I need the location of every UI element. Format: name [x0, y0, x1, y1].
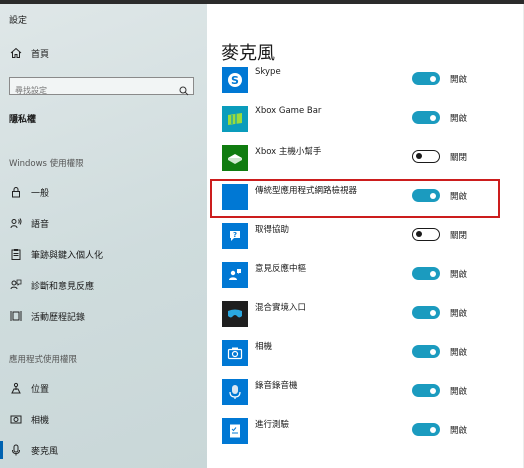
- feedback-hub-toggle[interactable]: [412, 267, 440, 280]
- app-name: 錄音錄音機: [255, 381, 298, 391]
- sidebar-item-label: 麥克風: [31, 446, 59, 457]
- sidebar-item-label: 首頁: [31, 49, 50, 60]
- sidebar-item-activity[interactable]: 活動歷程記錄: [0, 304, 207, 328]
- toggle-state: 開啟: [450, 426, 468, 436]
- xbox-game-bar-icon: [222, 106, 248, 132]
- app-name: 意見反應中樞: [255, 264, 307, 274]
- toggle-state: 關閉: [450, 153, 468, 163]
- camera-app-toggle[interactable]: [412, 345, 440, 358]
- take-a-test-icon: [222, 418, 248, 444]
- toggle-state: 關閉: [450, 231, 468, 241]
- timeline-icon: [9, 309, 23, 323]
- sidebar-item-location[interactable]: 位置: [0, 376, 207, 400]
- skype-icon: S: [222, 67, 248, 93]
- sidebar-item-microphone[interactable]: 麥克風: [0, 438, 207, 462]
- sidebar-item-label: 語音: [31, 219, 50, 230]
- skype-toggle[interactable]: [412, 72, 440, 85]
- camera-app-icon: [222, 340, 248, 366]
- app-name: Xbox 主機小幫手: [255, 147, 322, 157]
- toggle-state: 開啟: [450, 114, 468, 124]
- clipboard-icon: [9, 247, 23, 261]
- xbox-game-bar-toggle[interactable]: [412, 111, 440, 124]
- sidebar-item-camera[interactable]: 相機: [0, 407, 207, 431]
- toggle-state: 開啟: [450, 387, 468, 397]
- sidebar-item-diagnostics[interactable]: 診斷和意見反應: [0, 273, 207, 297]
- app-row-skype: S Skype 開啟: [207, 67, 524, 97]
- sidebar-item-home[interactable]: 首頁: [0, 41, 207, 65]
- app-row-mixed-reality: 混合實境入口 開啟: [207, 301, 524, 331]
- sidebar-item-label: 筆跡與鍵入個人化: [31, 250, 104, 261]
- main-content: 麥克風 S Skype 開啟 Xbox Game Bar 開啟 Xbox 主機小…: [207, 4, 524, 468]
- app-row-voice-recorder: 錄音錄音機 開啟: [207, 379, 524, 409]
- location-icon: [9, 381, 23, 395]
- toggle-state: 開啟: [450, 270, 468, 280]
- voice-recorder-icon: [222, 379, 248, 405]
- get-help-toggle[interactable]: [412, 228, 440, 241]
- microphone-icon: [9, 443, 23, 457]
- sidebar-item-label: 位置: [31, 384, 50, 395]
- toggle-state: 開啟: [450, 348, 468, 358]
- xbox-companion-icon: [222, 145, 248, 171]
- sidebar-item-general[interactable]: 一般: [0, 180, 207, 204]
- sidebar-item-label: 活動歷程記錄: [31, 312, 86, 323]
- sidebar-item-label: 相機: [31, 415, 50, 426]
- app-name: Xbox Game Bar: [255, 106, 322, 116]
- sidebar-item-inking[interactable]: 筆跡與鍵入個人化: [0, 242, 207, 266]
- section-privacy-heading: 隱私權: [9, 115, 37, 125]
- take-a-test-toggle[interactable]: [412, 423, 440, 436]
- app-name: 相機: [255, 342, 273, 352]
- app-name: 進行測驗: [255, 420, 290, 430]
- feedback-icon: [9, 278, 23, 292]
- voice-recorder-toggle[interactable]: [412, 384, 440, 397]
- app-row-xbox-game-bar: Xbox Game Bar 開啟: [207, 106, 524, 136]
- speech-icon: [9, 216, 23, 230]
- app-name: 取得協助: [255, 225, 290, 235]
- toggle-state: 開啟: [450, 75, 468, 85]
- app-name: Skype: [255, 67, 281, 77]
- home-icon: [9, 46, 23, 60]
- highlight-box: [210, 179, 500, 218]
- app-row-camera: 相機 開啟: [207, 340, 524, 370]
- app-row-feedback-hub: 意見反應中樞 開啟: [207, 262, 524, 292]
- svg-text:?: ?: [233, 231, 237, 239]
- sidebar-item-label: 診斷和意見反應: [31, 281, 95, 292]
- page-title: 麥克風: [221, 43, 275, 64]
- svg-text:S: S: [231, 74, 239, 87]
- feedback-hub-icon: [222, 262, 248, 288]
- camera-icon: [9, 412, 23, 426]
- section-apps-heading: 應用程式使用權限: [9, 355, 78, 365]
- xbox-companion-toggle[interactable]: [412, 150, 440, 163]
- sidebar-item-speech[interactable]: 語音: [0, 211, 207, 235]
- sidebar: 設定 首頁 隱私權 Windows 使用權限 一般 語音 筆跡與鍵入個人化: [0, 4, 207, 468]
- app-row-get-help: ? 取得協助 關閉: [207, 223, 524, 253]
- sidebar-item-label: 一般: [31, 188, 50, 199]
- section-windows-heading: Windows 使用權限: [9, 159, 84, 169]
- app-row-take-a-test: 進行測驗 開啟: [207, 418, 524, 448]
- search-input[interactable]: [10, 82, 175, 99]
- search-icon[interactable]: [179, 81, 189, 100]
- mixed-reality-toggle[interactable]: [412, 306, 440, 319]
- app-row-xbox-companion: Xbox 主機小幫手 關閉: [207, 145, 524, 175]
- mixed-reality-icon: [222, 301, 248, 327]
- app-name: 混合實境入口: [255, 303, 307, 313]
- lock-icon: [9, 185, 23, 199]
- search-box[interactable]: [9, 77, 194, 99]
- get-help-icon: ?: [222, 223, 248, 249]
- toggle-state: 開啟: [450, 309, 468, 319]
- window-title: 設定: [9, 16, 28, 26]
